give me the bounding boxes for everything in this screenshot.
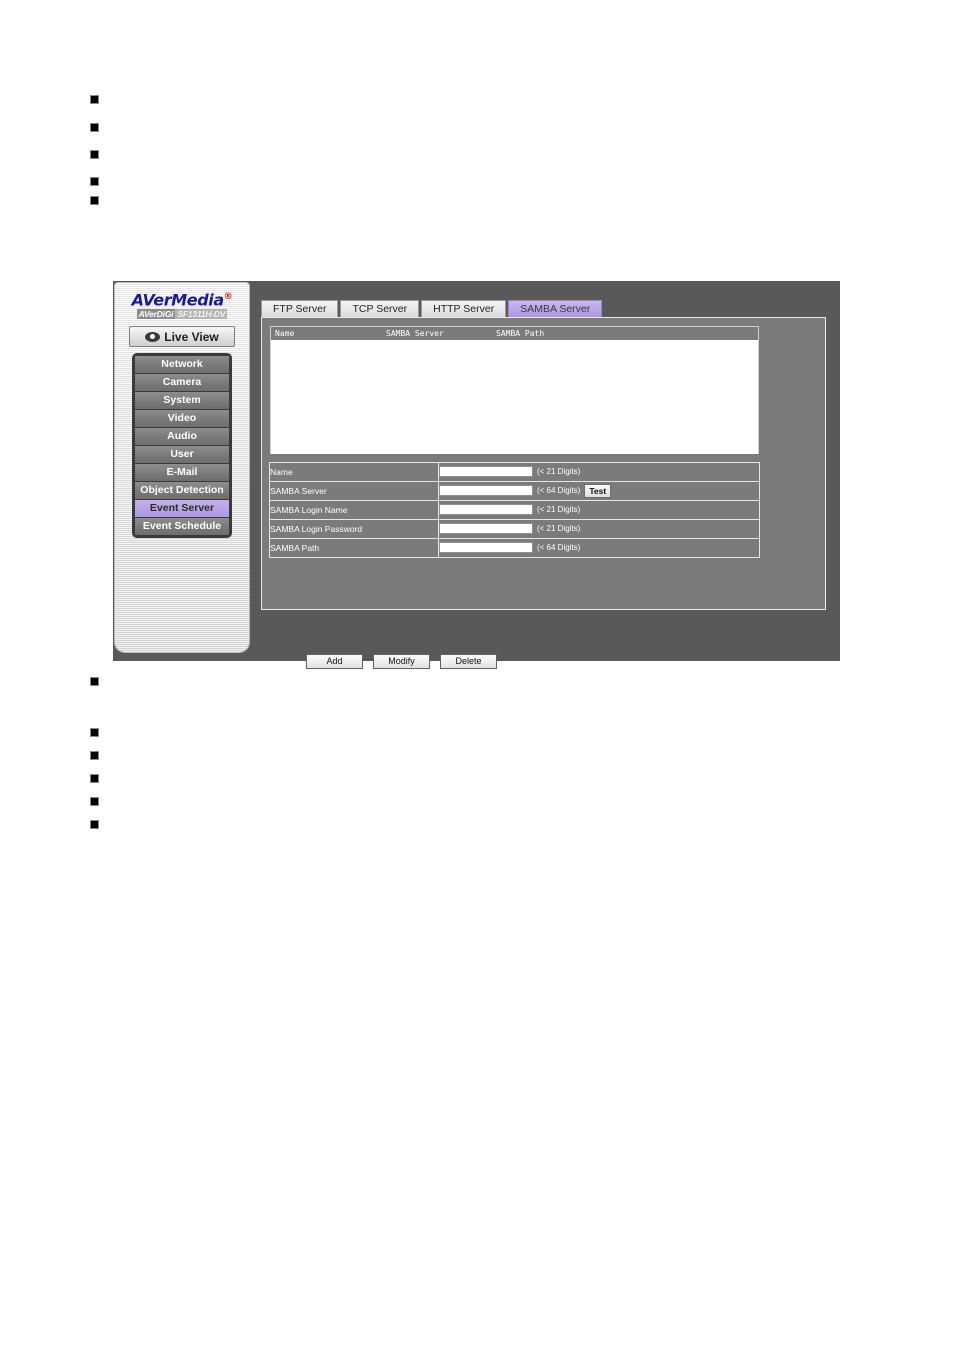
live-view-button[interactable]: Live View	[129, 326, 235, 348]
sidebar-item-event-schedule[interactable]: Event Schedule	[135, 518, 229, 536]
tab-ftp-server[interactable]: FTP Server	[261, 300, 339, 317]
tab-label: TCP Server	[352, 303, 408, 315]
field-cell-name: (< 21 Digits)	[438, 462, 760, 482]
form-row-samba-login-password: SAMBA Login Password (< 21 Digits)	[269, 519, 760, 539]
bullet-marker	[90, 95, 99, 104]
list-header: Name SAMBA Server SAMBA Path	[271, 327, 758, 341]
input-samba-server[interactable]	[439, 485, 533, 497]
field-label-samba-server: SAMBA Server	[269, 481, 439, 501]
sidebar-item-e-mail[interactable]: E-Mail	[135, 464, 229, 483]
sidebar-item-label: E-Mail	[166, 466, 198, 479]
sidebar-item-label: User	[170, 448, 194, 461]
field-label-samba-path: SAMBA Path	[269, 538, 439, 558]
form-row-samba-login-name: SAMBA Login Name (< 21 Digits)	[269, 500, 760, 520]
form-row-samba-path: SAMBA Path (< 64 Digits)	[269, 538, 760, 558]
tab-label: FTP Server	[273, 303, 327, 315]
sidebar-item-video[interactable]: Video	[135, 410, 229, 429]
field-label-samba-login-password: SAMBA Login Password	[269, 519, 439, 539]
brand-trademark-icon: ®	[223, 292, 233, 302]
input-name[interactable]	[439, 466, 533, 478]
sidebar-nav: Network Camera System Video Audio User E-Mail O…	[132, 353, 232, 539]
field-cell-samba-path: (< 64 Digits)	[438, 538, 760, 558]
tab-label: HTTP Server	[433, 303, 495, 315]
sidebar-item-network[interactable]: Network	[135, 356, 229, 375]
sidebar-item-label: Camera	[162, 376, 202, 389]
sidebar-item-label: Event Schedule	[142, 520, 222, 533]
model-label: SF1311H-DV	[175, 309, 228, 320]
sidebar-item-label: Event Server	[149, 502, 215, 515]
sidebar-item-label: Object Detection	[140, 484, 224, 497]
add-button[interactable]: Add	[306, 654, 363, 669]
input-samba-path[interactable]	[439, 542, 533, 554]
column-header-samba-server: SAMBA Server	[386, 329, 444, 338]
sidebar-item-label: System	[163, 394, 201, 407]
form-action-buttons: Add Modify Delete	[306, 654, 497, 669]
delete-button[interactable]: Delete	[440, 654, 497, 669]
sub-brand-label: AVerDiGi	[136, 309, 176, 320]
live-view-label: Live View	[164, 329, 219, 344]
sidebar-item-user[interactable]: User	[135, 446, 229, 465]
sidebar-item-event-server[interactable]: Event Server	[135, 500, 229, 519]
tab-label: SAMBA Server	[520, 303, 591, 315]
brand-subtitle: AVerDiGi SF1311H-DV	[115, 309, 249, 320]
field-hint-samba-login-password: (< 21 Digits)	[537, 524, 581, 534]
brand-name-aver: AVer	[131, 290, 172, 310]
field-hint-name: (< 21 Digits)	[537, 467, 581, 477]
list-body[interactable]	[271, 341, 758, 454]
sidebar-item-audio[interactable]: Audio	[135, 428, 229, 447]
column-header-name: Name	[275, 329, 295, 338]
bullet-marker	[90, 728, 99, 737]
field-cell-samba-login-name: (< 21 Digits)	[438, 500, 760, 520]
brand-logo: AVerMedia® AVerDiGi SF1311H-DV	[115, 283, 249, 321]
eye-icon	[145, 331, 161, 342]
modify-button[interactable]: Modify	[373, 654, 430, 669]
form-row-name: Name (< 21 Digits)	[269, 462, 760, 482]
samba-server-list[interactable]: Name SAMBA Server SAMBA Path	[270, 326, 759, 454]
bullet-marker	[90, 196, 99, 205]
field-cell-samba-login-password: (< 21 Digits)	[438, 519, 760, 539]
sidebar-item-label: Network	[161, 358, 203, 371]
sidebar: AVerMedia® AVerDiGi SF1311H-DV Live View …	[115, 283, 249, 652]
brand-name: AVerMedia®	[115, 289, 249, 308]
brand-name-media: Media	[171, 290, 224, 310]
field-hint-samba-login-name: (< 21 Digits)	[537, 505, 581, 515]
sidebar-item-label: Audio	[167, 430, 197, 443]
test-button[interactable]: Test	[584, 483, 612, 498]
bullet-marker	[90, 150, 99, 159]
input-samba-login-name[interactable]	[439, 504, 533, 516]
device-web-ui: AVerMedia® AVerDiGi SF1311H-DV Live View …	[113, 281, 840, 669]
samba-form: Name (< 21 Digits) SAMBA Server (< 64 Digit…	[269, 462, 760, 558]
bullet-marker	[90, 177, 99, 186]
sidebar-item-label: Video	[167, 412, 197, 425]
samba-server-panel: Name SAMBA Server SAMBA Path Name (< 21 D…	[261, 317, 826, 669]
field-hint-samba-path: (< 64 Digits)	[537, 543, 581, 553]
bullet-marker	[90, 820, 99, 829]
field-cell-samba-server: (< 64 Digits) Test	[438, 481, 760, 501]
sidebar-item-object-detection[interactable]: Object Detection	[135, 482, 229, 501]
sidebar-item-system[interactable]: System	[135, 392, 229, 411]
bullet-marker	[90, 677, 99, 686]
tab-http-server[interactable]: HTTP Server	[421, 300, 507, 317]
field-hint-samba-server: (< 64 Digits)	[537, 486, 581, 496]
bullet-marker	[90, 774, 99, 783]
tab-samba-server[interactable]: SAMBA Server	[508, 300, 603, 317]
bullet-marker	[90, 123, 99, 132]
tab-bar: FTP Server TCP Server HTTP Server SAMBA Ser…	[261, 300, 603, 317]
field-label-samba-login-name: SAMBA Login Name	[269, 500, 439, 520]
content-area: FTP Server TCP Server HTTP Server SAMBA Ser…	[251, 283, 838, 669]
form-row-samba-server: SAMBA Server (< 64 Digits) Test	[269, 481, 760, 501]
sidebar-item-camera[interactable]: Camera	[135, 374, 229, 393]
bullet-marker	[90, 797, 99, 806]
column-header-samba-path: SAMBA Path	[496, 329, 545, 338]
tab-tcp-server[interactable]: TCP Server	[340, 300, 420, 317]
input-samba-login-password[interactable]	[439, 523, 533, 535]
bullet-marker	[90, 751, 99, 760]
field-label-name: Name	[269, 462, 439, 482]
